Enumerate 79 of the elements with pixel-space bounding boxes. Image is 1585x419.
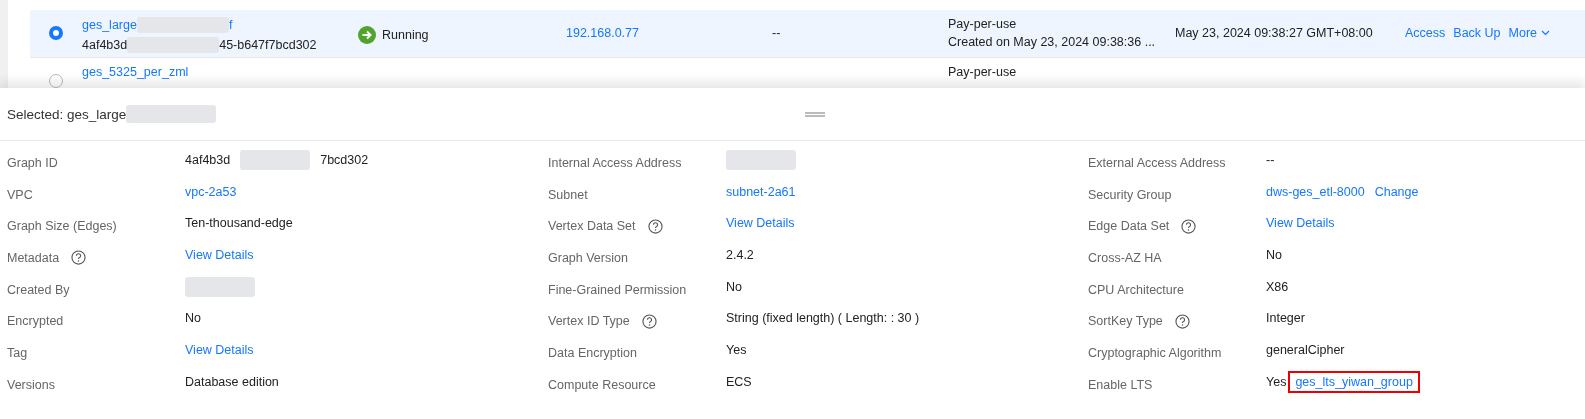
field-label: Security Group xyxy=(1088,187,1172,202)
cell-text: -- xyxy=(772,26,781,40)
field-label: Metadata xyxy=(7,250,60,265)
help-icon[interactable] xyxy=(1181,218,1197,234)
help-icon[interactable] xyxy=(647,218,663,234)
chevron-down-icon xyxy=(1541,30,1551,36)
field-label: SortKey Type xyxy=(1088,314,1163,329)
field-label: Graph ID xyxy=(7,155,58,170)
link[interactable]: View Details xyxy=(185,248,254,263)
value-text: String (fixed length) ( Length: : 30 ) xyxy=(726,311,920,326)
field-label: Subnet xyxy=(548,187,588,202)
field-label: Fine-Grained Permission xyxy=(548,282,687,297)
field-label: Graph Size (Edges) xyxy=(7,219,117,234)
field-label: Internal Access Address xyxy=(548,155,682,170)
status-text: Running xyxy=(382,28,429,42)
value-text: X86 xyxy=(1266,279,1289,294)
value-text: Database edition xyxy=(185,374,279,389)
value-text: No xyxy=(1266,248,1282,263)
table-row[interactable]: ges_large f 4af4b3d 45-b647f7bcd302 Running 192.168.0.77 -- Pay-per-use Created on May 23, 2024 09:38:36 ... May 23, 2024 09:38:27 GMT+08:00 Access Back Up More xyxy=(30,10,1585,58)
link[interactable]: vpc-2a53 xyxy=(185,184,237,199)
arrow-circle-icon xyxy=(358,26,376,44)
radio-button[interactable] xyxy=(49,74,63,88)
value-text: generalCipher xyxy=(1266,343,1345,358)
billing-text: Pay-per-use xyxy=(948,17,1017,31)
value-text: 2.4.2 xyxy=(726,248,754,263)
billing-text: Created on May 23, 2024 09:38:36 ... xyxy=(948,35,1156,49)
value-text: Ten-thousand-edge xyxy=(185,216,293,231)
action-link[interactable]: Back Up xyxy=(1453,26,1501,40)
field-label: Encrypted xyxy=(7,314,64,329)
value-text: Integer xyxy=(1266,311,1305,326)
redacted-block xyxy=(240,150,311,170)
help-icon[interactable] xyxy=(1174,313,1190,329)
value-text: No xyxy=(185,311,201,326)
field-label: Graph Version xyxy=(548,250,628,265)
link[interactable]: View Details xyxy=(726,216,795,231)
field-label: CPU Architecture xyxy=(1088,282,1184,297)
field-label: Enable LTS xyxy=(1088,377,1153,392)
link[interactable]: Change xyxy=(1374,184,1419,199)
value-text: 4af4b3d xyxy=(185,153,231,167)
value-text: Yes xyxy=(726,343,747,358)
value-text: ECS xyxy=(726,374,752,389)
redacted-block xyxy=(185,276,255,297)
link[interactable]: View Details xyxy=(185,343,254,358)
billing-text: Pay-per-use xyxy=(948,65,1017,79)
field-label: Created By xyxy=(7,282,70,297)
value-text: 45-b647f7bcd302 xyxy=(219,38,317,52)
field-label: VPC xyxy=(7,187,33,202)
link[interactable]: ges_large xyxy=(82,18,137,32)
link[interactable]: subnet-2a61 xyxy=(726,184,796,199)
ip-address-link[interactable]: 192.168.0.77 xyxy=(566,26,639,40)
drag-handle[interactable] xyxy=(805,111,825,117)
field-label: Cryptographic Algorithm xyxy=(1088,345,1222,360)
value-text: -- xyxy=(1266,153,1275,167)
value-text: Yes xyxy=(1266,374,1287,389)
value-text: 4af4b3d xyxy=(82,38,128,52)
link[interactable]: ges_lts_yiwan_group xyxy=(1288,370,1420,393)
action-link[interactable]: Access xyxy=(1405,26,1446,40)
link[interactable]: ges_5325_per_zml xyxy=(82,65,189,79)
field-label: Edge Data Set xyxy=(1088,219,1170,234)
selected-label: Selected: ges_large xyxy=(7,106,127,122)
link[interactable]: dws-ges_etl-8000 xyxy=(1266,184,1365,199)
link[interactable]: View Details xyxy=(1266,216,1335,231)
value-text: 7bcd302 xyxy=(320,153,369,167)
radio-button[interactable] xyxy=(49,26,63,40)
help-icon[interactable] xyxy=(71,250,87,266)
more-dropdown[interactable]: More xyxy=(1508,26,1551,40)
field-label: Tag xyxy=(7,345,28,360)
help-icon[interactable] xyxy=(641,313,657,329)
field-label: Vertex Data Set xyxy=(548,219,636,234)
redacted-block xyxy=(726,150,796,170)
field-label: External Access Address xyxy=(1088,155,1226,170)
field-label: Data Encryption xyxy=(548,345,637,360)
field-label: Vertex ID Type xyxy=(548,314,630,329)
field-label: Compute Resource xyxy=(548,377,656,392)
link[interactable]: f xyxy=(228,18,233,32)
value-text: No xyxy=(726,279,742,294)
field-label: Cross-AZ HA xyxy=(1088,250,1162,265)
created-time: May 23, 2024 09:38:27 GMT+08:00 xyxy=(1175,26,1373,40)
field-label: Versions xyxy=(7,377,55,392)
